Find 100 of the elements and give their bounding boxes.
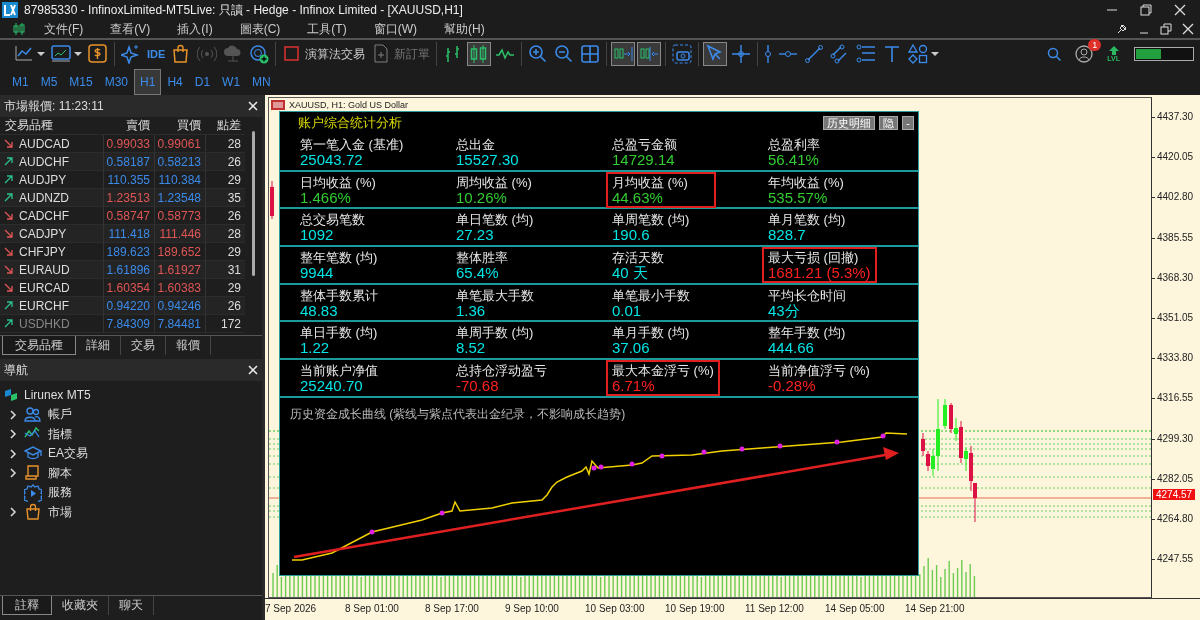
stat-value: -0.28% xyxy=(768,378,817,394)
timeframe-button[interactable]: MN xyxy=(246,68,277,95)
menu-item[interactable]: 插入(I) xyxy=(163,20,226,38)
timeframe-button[interactable]: H4 xyxy=(161,68,189,95)
panel-button[interactable]: 历史明细 xyxy=(823,116,876,130)
stat-value: 25240.70 xyxy=(300,378,364,394)
tree-item[interactable]: 帳戶 xyxy=(48,406,72,424)
tree-item[interactable]: Lirunex MT5 xyxy=(24,388,91,402)
app-logo-icon xyxy=(2,2,18,18)
menu-item[interactable]: 窗口(W) xyxy=(359,20,430,38)
panel-tab[interactable]: 報價 xyxy=(166,336,211,355)
menu-item[interactable]: 查看(V) xyxy=(96,20,164,38)
stat-value: 15527.30 xyxy=(456,152,520,167)
timeframe-button[interactable]: M30 xyxy=(98,68,135,95)
tree-item[interactable]: 市場 xyxy=(48,503,72,521)
trend-line-icon xyxy=(804,44,825,64)
square-button[interactable]: 演算法交易 xyxy=(280,42,368,66)
tree-item[interactable]: 指標 xyxy=(48,425,72,443)
panel-button[interactable]: 隐 xyxy=(879,116,899,130)
panel-tab[interactable]: 交易 xyxy=(121,336,166,355)
stat-label: 单笔最小手数 xyxy=(612,287,691,303)
camera-button[interactable] xyxy=(670,42,695,66)
stat-label: 日均收益 (%) xyxy=(300,174,377,190)
bid-price: 1.61896 xyxy=(103,261,154,279)
chevron-icon[interactable] xyxy=(8,429,18,440)
ask-price: 0.58213 xyxy=(154,153,205,171)
scroll-right-button[interactable] xyxy=(611,42,636,66)
timeframe-button[interactable]: W1 xyxy=(216,68,247,95)
tree-item[interactable]: EA交易 xyxy=(48,445,88,463)
price-label: 4437.30 xyxy=(1152,111,1200,152)
chevron-icon[interactable] xyxy=(8,468,18,479)
restore-icon[interactable] xyxy=(1160,23,1172,35)
panel-tab[interactable]: 詳細 xyxy=(76,336,121,355)
stat-value: 25043.72 xyxy=(300,152,364,167)
column-header[interactable]: 點差 xyxy=(205,117,245,135)
search-icon[interactable] xyxy=(1047,47,1062,61)
timeframe-button[interactable]: D1 xyxy=(188,68,217,95)
cursor-button[interactable] xyxy=(703,42,728,66)
chevron-icon[interactable] xyxy=(8,448,18,459)
menu-item[interactable]: 工具(T) xyxy=(293,20,360,38)
user-icon[interactable] xyxy=(1075,45,1094,63)
stat-value: 27.23 xyxy=(456,227,495,243)
time-label: 11 Sep 12:00 xyxy=(745,603,805,616)
pin-icon[interactable] xyxy=(1116,23,1128,35)
tree-item[interactable]: 服務 xyxy=(48,484,72,502)
stat-label: 单笔最大手数 xyxy=(456,287,535,303)
panel-tab[interactable]: 註釋 xyxy=(2,596,52,615)
chart-window-icon xyxy=(51,44,71,64)
stat-label: 总交易笔数 xyxy=(300,212,366,228)
close-icon[interactable] xyxy=(1174,4,1186,16)
chevron-icon[interactable] xyxy=(8,507,18,518)
restore-icon[interactable] xyxy=(1140,4,1152,16)
candlestick-icon xyxy=(12,22,26,36)
shapes-icon xyxy=(908,44,929,64)
timeframe-button[interactable]: M15 xyxy=(63,68,99,95)
panel-title: 市場報價: 11:23:11 xyxy=(4,97,104,115)
dollar-button[interactable] xyxy=(86,42,110,66)
close-icon[interactable] xyxy=(1182,23,1194,35)
scrollbar-thumb[interactable] xyxy=(251,131,255,276)
shift-left-button[interactable] xyxy=(637,42,662,66)
bid-price: 0.58187 xyxy=(103,153,154,171)
column-header[interactable]: 賣價 xyxy=(103,117,154,135)
fibonacci-icon xyxy=(856,44,877,64)
column-header[interactable]: 交易品種 xyxy=(0,117,103,135)
menu-item[interactable]: 圖表(C) xyxy=(225,20,294,38)
chart-window-icon xyxy=(271,100,285,110)
timeframe-button[interactable]: M5 xyxy=(34,68,64,95)
scroll-icon xyxy=(24,464,42,483)
ask-price: 1.23548 xyxy=(154,189,205,207)
timeframe-button[interactable]: M1 xyxy=(6,68,35,95)
stat-label: 第一笔入金 (基准) xyxy=(300,137,404,152)
tree-item[interactable]: 腳本 xyxy=(48,464,72,482)
chevron-icon[interactable] xyxy=(8,409,18,420)
panel-title: 導航 xyxy=(4,361,28,379)
stat-value: 828.7 xyxy=(768,227,807,243)
stat-value: 37.06 xyxy=(612,340,651,356)
time-label: 9 Sep 10:00 xyxy=(505,603,560,616)
shapes-button[interactable] xyxy=(906,42,942,66)
stat-label: 当前净值浮亏 (%) xyxy=(768,363,870,379)
symbol-name[interactable]: CADCHF xyxy=(19,208,69,223)
stat-label: 总盈亏金额 xyxy=(612,137,678,152)
panel-button[interactable]: - xyxy=(902,116,914,130)
menu-item[interactable]: 幫助(H) xyxy=(430,20,498,38)
panel-tab[interactable]: 聊天 xyxy=(109,596,154,615)
symbol-name[interactable]: CHFJPY xyxy=(19,244,66,259)
stat-value: 190.6 xyxy=(612,227,651,243)
ide-button[interactable]: IDE xyxy=(145,42,168,66)
vertical-line-icon xyxy=(764,44,773,64)
column-header[interactable]: 買價 xyxy=(154,117,205,135)
symbol-name[interactable]: USDHKD xyxy=(19,316,70,331)
panel-tab[interactable]: 交易品種 xyxy=(2,336,76,355)
symbol-name[interactable]: AUDCAD xyxy=(19,136,70,151)
candlestick-button[interactable] xyxy=(467,42,492,66)
symbol-name[interactable]: EURCAD xyxy=(19,280,70,295)
menu-item[interactable]: 文件(F) xyxy=(30,20,97,38)
panel-tab[interactable]: 收藏夾 xyxy=(52,596,109,615)
symbol-name[interactable]: AUDJPY xyxy=(19,172,67,187)
shopping-bag-icon xyxy=(24,503,42,522)
stat-label: 整年笔数 (均) xyxy=(300,250,379,266)
price-label: 4351.05 xyxy=(1152,311,1200,353)
